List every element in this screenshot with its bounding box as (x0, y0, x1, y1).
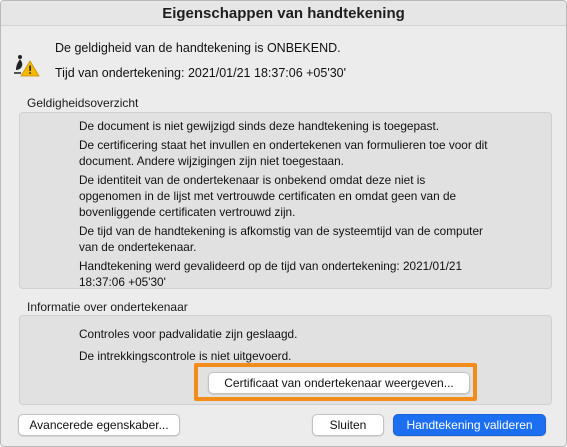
signature-warning-icon (12, 53, 40, 77)
advanced-properties-button[interactable]: Avancerede egenskaber... (18, 414, 180, 436)
close-button[interactable]: Sluiten (312, 414, 384, 436)
revocation-status: De intrekkingscontrole is niet uitgevoer… (79, 349, 292, 363)
validity-summary-label: Geldigheidsoverzicht (27, 96, 139, 110)
summary-identity-unknown: De identiteit van de ondertekenaar is on… (79, 173, 457, 219)
highlight-annotation (194, 363, 477, 401)
summary-document-unchanged: De document is niet gewijzigd sinds deze… (79, 119, 440, 133)
summary-certification: De certificering staat het invullen en o… (79, 138, 488, 168)
validity-status: De geldigheid van de handtekening is ONB… (55, 41, 341, 55)
signer-info-label: Informatie over ondertekenaar (27, 300, 188, 314)
validity-summary-text: De document is niet gewijzigd sinds deze… (79, 118, 489, 293)
signature-properties-dialog: Eigenschappen van handtekening De geldig… (0, 0, 567, 447)
dialog-title: Eigenschappen van handtekening (1, 1, 566, 26)
signing-time: Tijd van ondertekening: 2021/01/21 18:37… (55, 66, 346, 80)
summary-signing-time-source: De tijd van de handtekening is afkomstig… (79, 224, 483, 254)
path-validation-status: Controles voor padvalidatie zijn geslaag… (79, 327, 298, 341)
validate-signature-button[interactable]: Handtekening valideren (393, 414, 546, 436)
summary-validated-at: Handtekening werd gevalideerd op de tijd… (79, 259, 463, 289)
